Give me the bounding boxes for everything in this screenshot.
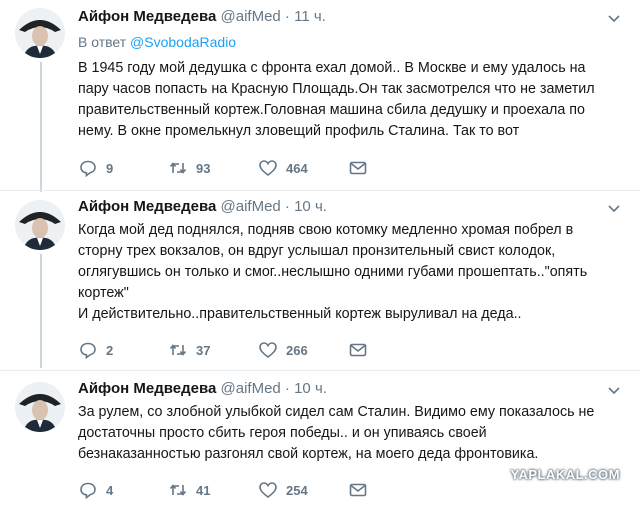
reply-button[interactable]: 4 — [78, 480, 113, 500]
tweet[interactable]: Айфон Медведева @aifMed · 11 ч. В ответ … — [0, 8, 640, 188]
retweet-icon — [169, 162, 187, 174]
timestamp[interactable]: 11 ч. — [294, 8, 326, 25]
reply-prefix: В ответ — [78, 34, 127, 50]
author-handle[interactable]: @aifMed — [221, 8, 281, 25]
reply-button[interactable]: 9 — [78, 158, 113, 178]
reply-to-link[interactable]: @SvobodaRadio — [130, 34, 236, 50]
like-count: 464 — [286, 160, 308, 176]
retweet-icon — [169, 484, 187, 496]
separator-dot: · — [284, 380, 290, 397]
divider — [0, 370, 640, 371]
retweet-button[interactable]: 93 — [168, 158, 210, 178]
reply-context: В ответ @SvobodaRadio — [78, 34, 236, 50]
like-button[interactable]: 266 — [258, 340, 308, 360]
avatar[interactable] — [15, 382, 65, 432]
author-name[interactable]: Айфон Медведева — [78, 198, 216, 215]
avatar[interactable] — [15, 200, 65, 250]
author-name[interactable]: Айфон Медведева — [78, 380, 216, 397]
chevron-down-icon[interactable] — [606, 200, 622, 216]
separator-dot: · — [284, 198, 290, 215]
message-button[interactable] — [348, 340, 368, 365]
author-handle[interactable]: @aifMed — [221, 198, 281, 215]
retweet-count: 41 — [196, 482, 211, 498]
tweet-header: Айфон Медведева @aifMed · 11 ч. — [78, 8, 326, 25]
reply-icon — [80, 482, 96, 500]
tweet-text: За рулем, со злобной улыбкой сидел сам С… — [78, 404, 595, 462]
tweet-text: В 1945 году мой дедушка с фронта ехал до… — [78, 60, 595, 139]
like-button[interactable]: 254 — [258, 480, 308, 500]
watermark: YAPLAKAL.COM — [510, 467, 620, 482]
divider — [0, 190, 640, 191]
mail-icon — [349, 343, 367, 357]
tweet-header: Айфон Медведева @aifMed · 10 ч. — [78, 198, 327, 215]
heart-icon — [259, 160, 277, 177]
heart-icon — [259, 482, 277, 499]
timestamp[interactable]: 10 ч. — [294, 380, 327, 397]
retweet-button[interactable]: 41 — [168, 480, 210, 500]
reply-icon — [80, 160, 96, 178]
tweet[interactable]: Айфон Медведева @aifMed · 10 ч. За рулем… — [0, 380, 640, 500]
avatar[interactable] — [15, 8, 65, 58]
author-name[interactable]: Айфон Медведева — [78, 8, 216, 25]
reply-icon — [80, 342, 96, 360]
mail-icon — [349, 161, 367, 175]
like-count: 254 — [286, 482, 308, 498]
like-count: 266 — [286, 342, 308, 358]
retweet-count: 93 — [196, 160, 211, 176]
chevron-down-icon[interactable] — [606, 382, 622, 398]
tweet-header: Айфон Медведева @aifMed · 10 ч. — [78, 380, 327, 397]
retweet-button[interactable]: 37 — [168, 340, 210, 360]
timestamp[interactable]: 10 ч. — [294, 198, 327, 215]
mail-icon — [349, 483, 367, 497]
reply-count: 4 — [106, 482, 114, 498]
tweet-text: Когда мой дед поднялся, подняв свою кото… — [78, 222, 588, 322]
reply-count: 2 — [106, 342, 114, 358]
heart-icon — [259, 342, 277, 359]
reply-count: 9 — [106, 160, 114, 176]
tweet[interactable]: Айфон Медведева @aifMed · 10 ч. Когда мо… — [0, 198, 640, 363]
retweet-icon — [169, 344, 187, 356]
author-handle[interactable]: @aifMed — [221, 380, 281, 397]
like-button[interactable]: 464 — [258, 158, 308, 178]
reply-button[interactable]: 2 — [78, 340, 113, 360]
separator-dot: · — [284, 8, 290, 25]
message-button[interactable] — [348, 158, 368, 183]
message-button[interactable] — [348, 480, 368, 505]
retweet-count: 37 — [196, 342, 211, 358]
chevron-down-icon[interactable] — [606, 10, 622, 26]
